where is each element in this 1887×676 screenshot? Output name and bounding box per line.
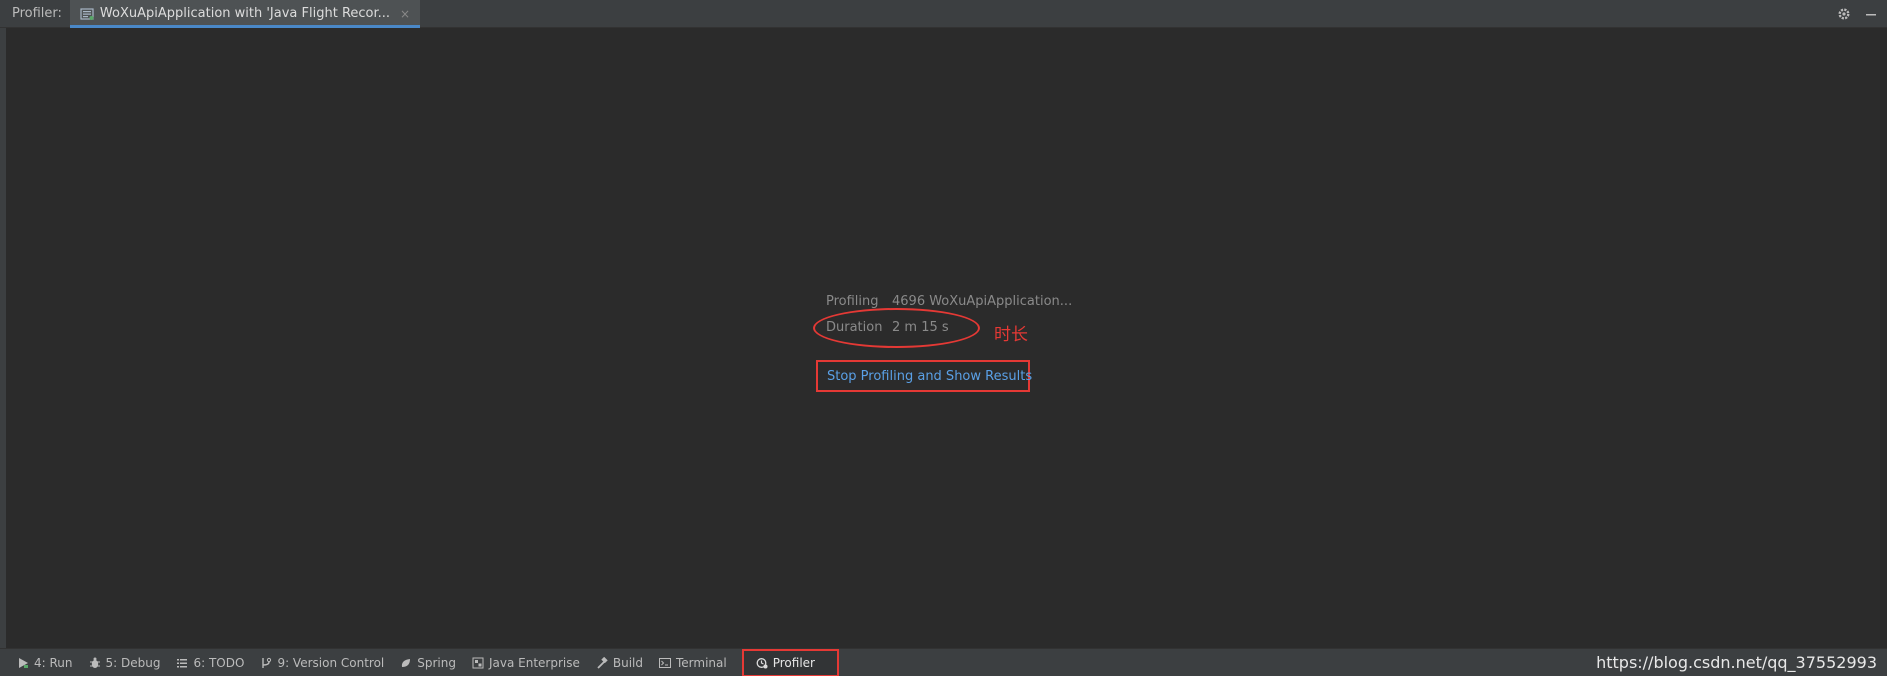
tool-spring-label: Spring — [417, 655, 456, 670]
terminal-icon — [659, 657, 671, 669]
profiler-icon — [756, 657, 768, 669]
spring-icon — [400, 657, 412, 669]
tool-todo[interactable]: 6: TODO — [171, 649, 255, 676]
tool-debug-label: 5: Debug — [105, 655, 161, 670]
tool-java-enterprise[interactable]: Java Enterprise — [467, 649, 591, 676]
debug-icon — [89, 657, 101, 669]
tool-version-control-label: 9: Version Control — [277, 655, 385, 670]
tool-debug[interactable]: 5: Debug — [84, 649, 172, 676]
profiling-label: Profiling — [826, 293, 879, 309]
tool-spring[interactable]: Spring — [395, 649, 467, 676]
tool-terminal-label: Terminal — [676, 655, 727, 670]
stop-profiling-button[interactable]: Stop Profiling and Show Results — [816, 360, 1032, 392]
watermark-url: https://blog.csdn.net/qq_37552993 — [1596, 652, 1877, 672]
tool-java-enterprise-label: Java Enterprise — [488, 655, 580, 670]
java-enterprise-icon — [472, 657, 484, 669]
recording-icon — [80, 7, 94, 21]
build-icon — [596, 656, 608, 669]
tool-version-control[interactable]: 9: Version Control — [255, 649, 395, 676]
tool-run[interactable]: 4: Run — [12, 649, 84, 676]
profiler-window: Profiler: WoXuApiApplication with 'Java … — [0, 0, 1887, 676]
duration-annotation: 时长 — [994, 325, 1028, 345]
version-control-icon — [260, 657, 272, 669]
left-tool-strip — [0, 28, 6, 648]
profiler-header-bar: Profiler: WoXuApiApplication with 'Java … — [0, 0, 1887, 28]
tool-build[interactable]: Build — [591, 649, 654, 676]
profiling-value: 4696 WoXuApiApplication... — [892, 293, 1073, 309]
close-icon[interactable]: × — [400, 7, 410, 21]
profiler-label: Profiler: — [12, 6, 62, 21]
tab-title: WoXuApiApplication with 'Java Flight Rec… — [99, 6, 391, 21]
tool-run-label: 4: Run — [34, 655, 73, 670]
tool-profiler[interactable]: Profiler — [741, 648, 839, 676]
tool-build-label: Build — [612, 655, 643, 670]
todo-icon — [176, 657, 188, 669]
duration-highlight-ellipse — [813, 308, 980, 348]
tab-profiling-session[interactable]: WoXuApiApplication with 'Java Flight Rec… — [69, 0, 421, 28]
tool-profiler-label: Profiler — [772, 655, 815, 670]
run-icon — [17, 657, 29, 669]
tool-terminal[interactable]: Terminal — [654, 649, 738, 676]
header-actions — [1837, 0, 1877, 28]
tool-todo-label: 6: TODO — [193, 655, 245, 670]
gear-icon[interactable] — [1837, 7, 1851, 21]
minimize-icon[interactable] — [1865, 8, 1877, 20]
